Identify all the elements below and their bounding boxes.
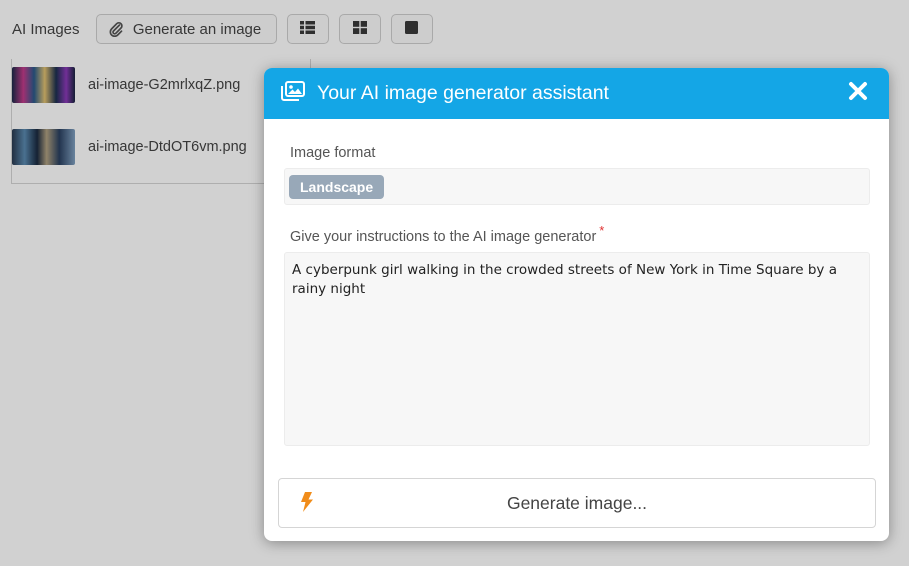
generate-image-button[interactable]: Generate image... bbox=[278, 478, 876, 528]
dialog-header: Your AI image generator assistant bbox=[264, 68, 889, 119]
lightning-bolt-icon bbox=[300, 492, 314, 517]
format-option-chip[interactable]: Landscape bbox=[289, 175, 385, 199]
instructions-label-text: Give your instructions to the AI image g… bbox=[290, 229, 597, 245]
image-format-label: Image format bbox=[290, 145, 376, 161]
image-format-select[interactable]: Landscape bbox=[284, 168, 870, 205]
close-icon bbox=[848, 81, 868, 106]
required-marker: * bbox=[599, 223, 605, 238]
ai-image-generator-dialog: Your AI image generator assistant Image … bbox=[264, 68, 889, 541]
dialog-title: Your AI image generator assistant bbox=[317, 82, 609, 104]
instructions-label: Give your instructions to the AI image g… bbox=[290, 223, 604, 245]
images-icon bbox=[281, 81, 305, 106]
instructions-textarea[interactable]: A cyberpunk girl walking in the crowded … bbox=[284, 252, 870, 446]
generate-image-button-label: Generate image... bbox=[506, 492, 648, 513]
close-button[interactable] bbox=[847, 81, 869, 106]
